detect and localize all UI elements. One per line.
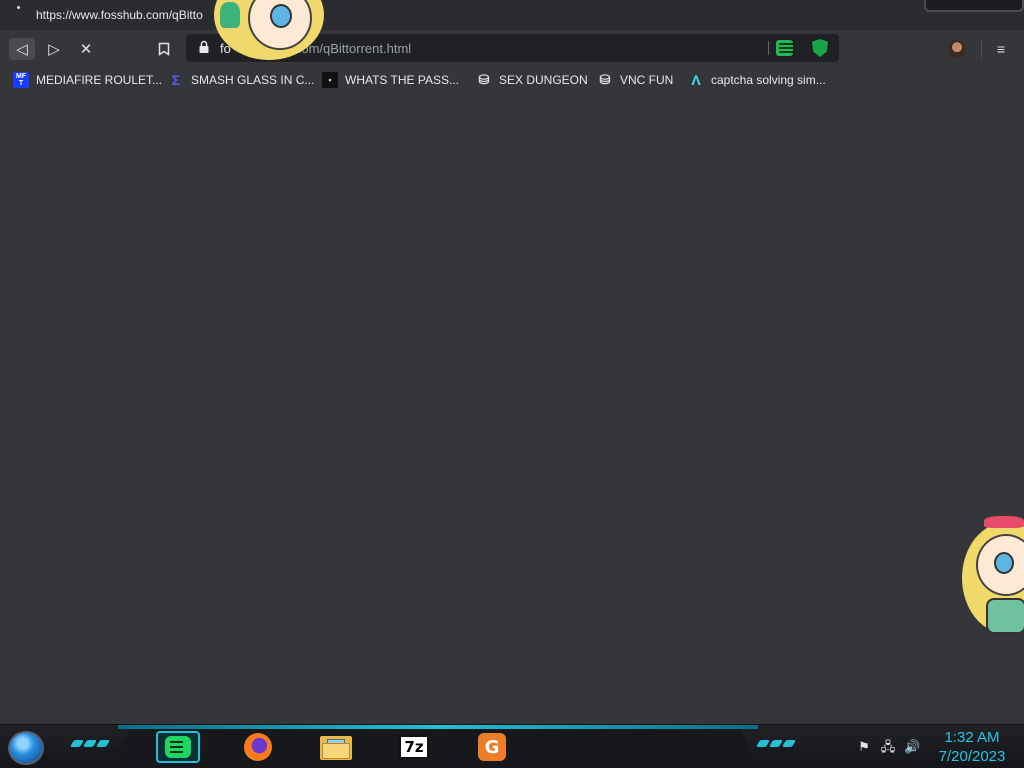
- kebab-menu-icon[interactable]: ≡: [994, 41, 1008, 57]
- firefox-icon: [244, 733, 272, 761]
- stop-loading-button[interactable]: ✕: [73, 38, 99, 60]
- taskbar-gdownloader[interactable]: G: [470, 731, 514, 763]
- folder-icon: [320, 734, 352, 760]
- back-button[interactable]: ◁: [9, 38, 35, 60]
- bookmark-label: SMASH GLASS IN C...: [191, 73, 315, 87]
- link-status-tooltip: https://www.fosshub.com/qBitto: [36, 8, 203, 22]
- volume-icon[interactable]: 🔊: [904, 739, 920, 755]
- taskbar-7zip[interactable]: 7z: [392, 731, 436, 763]
- bookmark-label: captcha solving sim...: [711, 73, 826, 87]
- stop-loading-icon: ✕: [79, 41, 93, 58]
- back-arrow-icon: ◁: [16, 41, 28, 58]
- start-orb-button[interactable]: [8, 731, 44, 765]
- bookmark-item[interactable]: ⛁ VNC FUN: [597, 70, 673, 90]
- spotify-icon: [165, 736, 191, 758]
- spotify-extension-icon[interactable]: [776, 40, 793, 56]
- g-download-icon: G: [478, 733, 506, 761]
- bookmark-label: SEX DUNGEON: [499, 73, 588, 87]
- clock-time: 1:32 AM: [944, 729, 1000, 746]
- vnc-icon: ⛁: [476, 72, 492, 88]
- bookmark-label: VNC FUN: [620, 73, 674, 87]
- bookmark-item[interactable]: ⛁ SEX DUNGEON: [476, 70, 588, 90]
- system-clock[interactable]: 1:32 AM 7/20/2023: [930, 728, 1014, 766]
- browser-title-strip: https://www.fosshub.com/qBitto: [0, 0, 1024, 30]
- window-controls[interactable]: [924, 0, 1024, 12]
- bookmark-label: WHATS THE PASS...: [345, 73, 460, 87]
- chevron-decoration-left: [69, 740, 116, 748]
- cartoon-sticker-right: [962, 512, 1024, 640]
- network-icon[interactable]: 🖧: [880, 739, 896, 755]
- bookmark-icon: [158, 42, 170, 56]
- mediafire-icon: MF T: [13, 72, 29, 88]
- bookmark-item[interactable]: Σ SMASH GLASS IN C...: [168, 70, 314, 90]
- desktop-screen: https://www.fosshub.com/qBitto ◁ ▷ ✕ fo c…: [0, 0, 1024, 768]
- taskbar-file-explorer[interactable]: [314, 731, 358, 763]
- bookmarks-bar: MF T MEDIAFIRE ROULET... Σ SMASH GLASS I…: [0, 66, 1024, 94]
- taskbar: 7z G ⚑ 🖧 🔊 1:32 AM 7/20/2023: [0, 724, 1024, 768]
- page-content-area[interactable]: [0, 94, 1024, 724]
- dark-site-icon: ▪: [322, 72, 338, 88]
- taskbar-spotify[interactable]: [156, 731, 200, 763]
- clock-date: 7/20/2023: [938, 748, 1006, 765]
- taskbar-glow: [118, 725, 758, 729]
- bookmark-label: MEDIAFIRE ROULET...: [36, 73, 163, 87]
- bookmark-page-button[interactable]: [151, 38, 177, 60]
- bookmark-item[interactable]: MF T MEDIAFIRE ROULET...: [13, 70, 162, 90]
- forward-arrow-icon: ▷: [48, 41, 60, 58]
- sigma-icon: Σ: [168, 72, 184, 88]
- taskbar-firefox[interactable]: [236, 731, 280, 763]
- 7zip-icon: 7z: [399, 735, 429, 759]
- cartoon-sticker-top: [208, 0, 330, 62]
- profile-avatar[interactable]: [948, 40, 966, 58]
- loading-dot: [17, 6, 20, 9]
- vnc-icon: ⛁: [597, 72, 613, 88]
- omnibox-divider: [768, 41, 769, 55]
- toolbar-divider: [981, 40, 982, 58]
- bookmark-item[interactable]: Λ captcha solving sim...: [688, 70, 826, 90]
- shield-extension-icon[interactable]: [812, 39, 828, 57]
- chevron-decoration-right: [755, 740, 802, 748]
- bookmark-item[interactable]: ▪ WHATS THE PASS...: [322, 70, 459, 90]
- captcha-icon: Λ: [688, 72, 704, 88]
- browser-toolbar: ◁ ▷ ✕ fo com/qBittorrent.html ≡: [0, 30, 1024, 66]
- action-center-flag-icon[interactable]: ⚑: [856, 739, 872, 755]
- forward-button[interactable]: ▷: [41, 38, 67, 60]
